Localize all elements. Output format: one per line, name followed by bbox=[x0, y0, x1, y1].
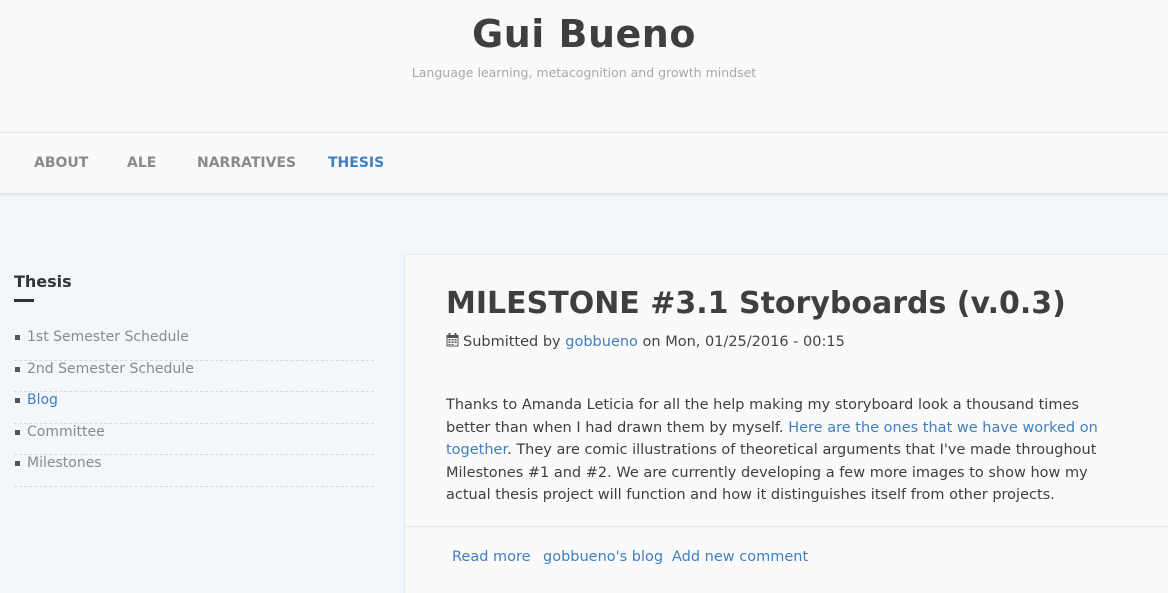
square-bullet-icon bbox=[15, 461, 20, 466]
site-slogan: Language learning, metacognition and gro… bbox=[411, 65, 757, 80]
nav-item-narratives[interactable]: NARRATIVES bbox=[197, 155, 296, 171]
site-header: Gui Bueno Language learning, metacogniti… bbox=[0, 0, 1168, 133]
sidebar-link-milestones[interactable]: Milestones bbox=[27, 455, 102, 471]
article-body: Thanks to Amanda Leticia for all the hel… bbox=[446, 394, 1116, 507]
article-card: MILESTONE #3.1 Storyboards (v.0.3) Submi… bbox=[404, 254, 1168, 593]
add-comment-link[interactable]: Add new comment bbox=[672, 549, 808, 565]
nav-item-thesis[interactable]: THESIS bbox=[328, 155, 384, 171]
site-name[interactable]: Gui Bueno bbox=[0, 12, 1168, 56]
sidebar-title-underline bbox=[14, 299, 34, 302]
nav-item-ale[interactable]: ALE bbox=[127, 155, 156, 171]
article-links: Read more gobbueno's blog Add new commen… bbox=[405, 526, 1168, 586]
calendar-icon bbox=[446, 333, 459, 347]
sidebar-title: Thesis bbox=[14, 272, 72, 291]
submitted-prefix: Submitted by bbox=[463, 334, 561, 350]
main-nav: ABOUT ALE NARRATIVES THESIS bbox=[0, 132, 1168, 194]
body-text-part2: . They are comic illustrations of theore… bbox=[446, 442, 1097, 504]
nav-item-about[interactable]: ABOUT bbox=[34, 155, 88, 171]
author-blog-link[interactable]: gobbueno's blog bbox=[543, 549, 663, 565]
sidebar: Thesis 1st Semester Schedule 2nd Semeste… bbox=[14, 272, 374, 487]
submitted-date: on Mon, 01/25/2016 - 00:15 bbox=[642, 334, 845, 350]
sidebar-menu: 1st Semester Schedule 2nd Semester Sched… bbox=[14, 329, 374, 487]
submitted-info: Submitted by gobbueno on Mon, 01/25/2016… bbox=[446, 333, 845, 350]
sidebar-item-milestones: Milestones bbox=[14, 433, 374, 487]
author-link[interactable]: gobbueno bbox=[565, 334, 638, 350]
article-title[interactable]: MILESTONE #3.1 Storyboards (v.0.3) bbox=[446, 286, 1066, 321]
read-more-link[interactable]: Read more bbox=[452, 549, 531, 565]
